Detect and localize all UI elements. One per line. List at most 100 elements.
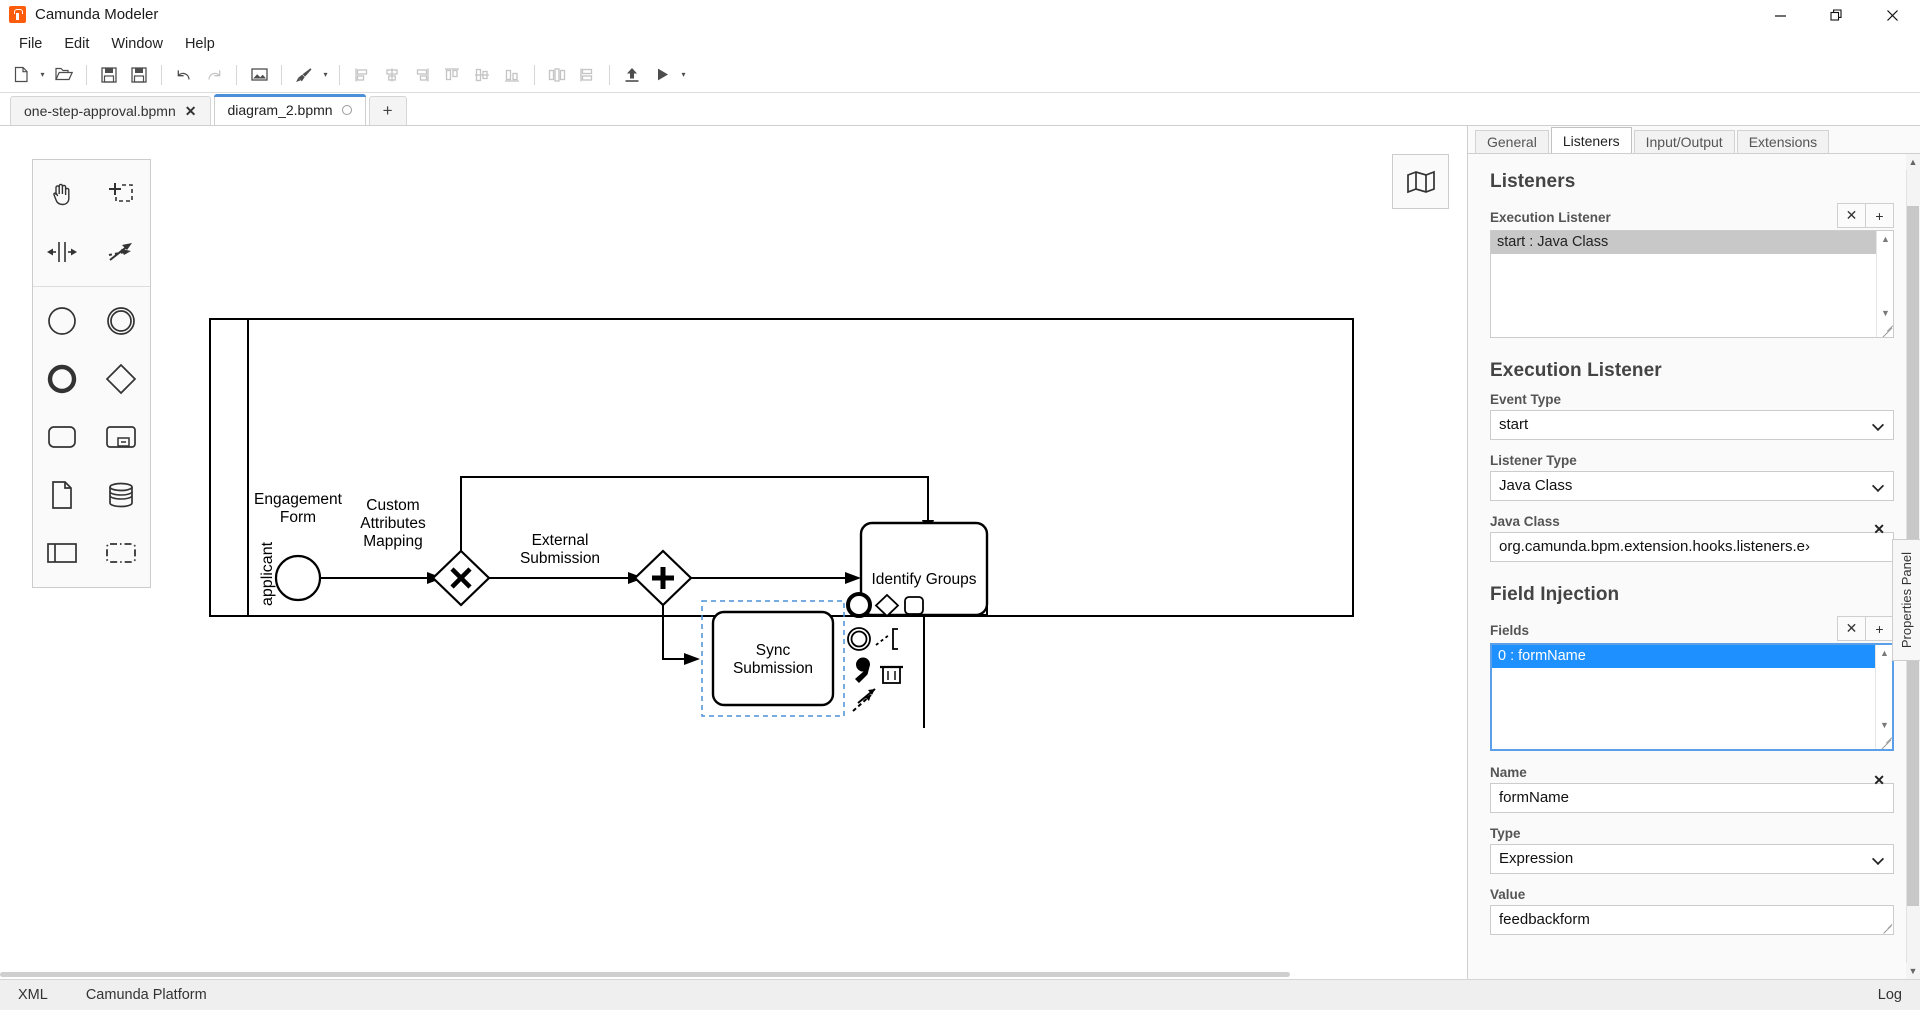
list-item[interactable]: start : Java Class [1491,231,1893,254]
menu-window[interactable]: Window [100,33,174,55]
bpmn-canvas[interactable]: applicant Engagement Form Custom Attribu… [0,126,1468,979]
create-group-button[interactable] [92,524,151,582]
space-tool-button[interactable] [33,223,92,281]
hand-tool-button[interactable] [33,165,92,223]
status-xml-button[interactable]: XML [14,985,52,1005]
tab-listeners[interactable]: Listeners [1550,127,1632,153]
menu-file[interactable]: File [8,33,53,55]
status-log-button[interactable]: Log [1874,985,1906,1005]
tab-input-output[interactable]: Input/Output [1633,130,1735,153]
append-task-icon [904,596,924,615]
scroll-down-arrow-icon[interactable]: ▼ [1877,305,1893,321]
add-execution-listener-button[interactable]: + [1865,203,1894,228]
new-diagram-button[interactable] [6,61,36,89]
panel-scroll-up-arrow-icon[interactable]: ▲ [1906,154,1920,170]
scroll-up-arrow-icon[interactable]: ▲ [1876,645,1892,661]
undo-button[interactable] [169,61,199,89]
distribute-horizontal-button[interactable] [542,61,572,89]
create-data-store-button[interactable] [92,466,151,524]
deploy-icon [625,68,639,82]
menu-help[interactable]: Help [174,33,226,55]
add-field-button[interactable]: + [1865,616,1894,641]
align-top-button[interactable] [437,61,467,89]
event-type-label: Event Type [1490,392,1562,407]
event-type-select[interactable]: start [1490,410,1894,440]
context-pad[interactable] [845,591,925,721]
align-middle-button[interactable] [467,61,497,89]
paintbrush-caret[interactable]: ▾ [319,61,332,89]
textarea-resize-handle[interactable] [1882,923,1892,933]
clear-java-class-icon[interactable]: ✕ [1873,520,1885,538]
menu-edit[interactable]: Edit [53,33,100,55]
tab-close-icon[interactable]: ✕ [185,104,197,118]
create-data-object-button[interactable] [33,466,92,524]
bpmn-palette[interactable] [32,159,151,588]
start-process-button[interactable] [647,61,677,89]
field-type-select[interactable]: Expression [1490,844,1894,874]
align-left-button[interactable] [347,61,377,89]
scroll-up-arrow-icon[interactable]: ▲ [1877,231,1893,247]
tab-diagram-2[interactable]: diagram_2.bpmn [213,94,366,125]
export-image-button[interactable] [244,61,274,89]
execution-listener-list[interactable]: start : Java Class ▲ ▼ [1490,230,1894,338]
remove-field-button[interactable]: ✕ [1837,616,1866,641]
maximize-button[interactable] [1808,0,1864,30]
new-diagram-caret[interactable]: ▾ [36,61,49,89]
align-center-button[interactable] [377,61,407,89]
create-participant-button[interactable] [33,524,92,582]
paintbrush-button[interactable] [289,61,319,89]
toolbar-separator [161,64,162,85]
open-file-button[interactable] [49,61,79,89]
bpmn-diagram[interactable]: applicant Engagement Form Custom Attribu… [0,126,1460,976]
minimap-toggle-button[interactable] [1392,154,1449,209]
list-item[interactable]: 0 : formName [1492,645,1892,668]
status-camunda-platform-label[interactable]: Camunda Platform [82,985,211,1005]
properties-panel-toggle[interactable]: Properties Panel [1892,539,1920,661]
save-button[interactable] [94,61,124,89]
list-resize-handle[interactable] [1878,322,1893,337]
create-end-event-button[interactable] [33,350,92,408]
redo-button[interactable] [199,61,229,89]
listener-type-select[interactable]: Java Class [1490,471,1894,501]
deploy-button[interactable] [617,61,647,89]
align-center-icon [386,68,398,81]
panel-scroll-down-arrow-icon[interactable]: ▼ [1906,963,1920,979]
align-bottom-button[interactable] [497,61,527,89]
list-resize-handle[interactable] [1877,734,1892,749]
clear-field-name-icon[interactable]: ✕ [1873,771,1885,789]
create-task-button[interactable] [33,408,92,466]
new-tab-button[interactable]: + [368,96,407,125]
create-intermediate-event-button[interactable] [92,292,151,350]
subprocess-expanded-icon [105,426,136,448]
remove-execution-listener-button[interactable]: ✕ [1837,203,1866,228]
scroll-down-arrow-icon[interactable]: ▼ [1876,717,1892,733]
field-name-input[interactable]: formName [1490,783,1894,813]
tab-general[interactable]: General [1475,130,1549,153]
start-process-caret[interactable]: ▾ [677,61,690,89]
field-name-field: Name formName ✕ [1490,765,1894,813]
create-exclusive-gateway-button[interactable] [92,350,151,408]
svg-text:Form: Form [280,509,316,526]
properties-panel-tabs: General Listeners Input/Output Extension… [1468,126,1920,154]
create-start-event-button[interactable] [33,292,92,350]
start-process-icon [657,68,668,81]
align-right-button[interactable] [407,61,437,89]
field-value-textarea[interactable]: feedbackform [1490,905,1894,935]
create-subprocess-button[interactable] [92,408,151,466]
lasso-tool-button[interactable] [92,165,151,223]
field-type-value: Expression [1499,850,1574,867]
distribute-vertical-button[interactable] [572,61,602,89]
java-class-input[interactable]: org.camunda.bpm.extension.hooks.listener… [1490,532,1894,562]
tab-unsaved-indicator-icon[interactable] [341,105,352,115]
lane-label: applicant [259,541,276,606]
execution-listener-header: Execution Listener ✕ + [1490,203,1894,228]
fields-list[interactable]: 0 : formName ▲ ▼ [1490,643,1894,751]
canvas-horizontal-scrollbar[interactable] [0,970,1467,979]
save-as-button[interactable] [124,61,154,89]
minimize-button[interactable] [1752,0,1808,30]
global-connect-tool-button[interactable] [92,223,151,281]
new-diagram-icon [14,66,28,83]
close-button[interactable] [1864,0,1920,30]
tab-extensions[interactable]: Extensions [1736,130,1830,153]
tab-one-step-approval[interactable]: one-step-approval.bpmn ✕ [10,96,211,125]
